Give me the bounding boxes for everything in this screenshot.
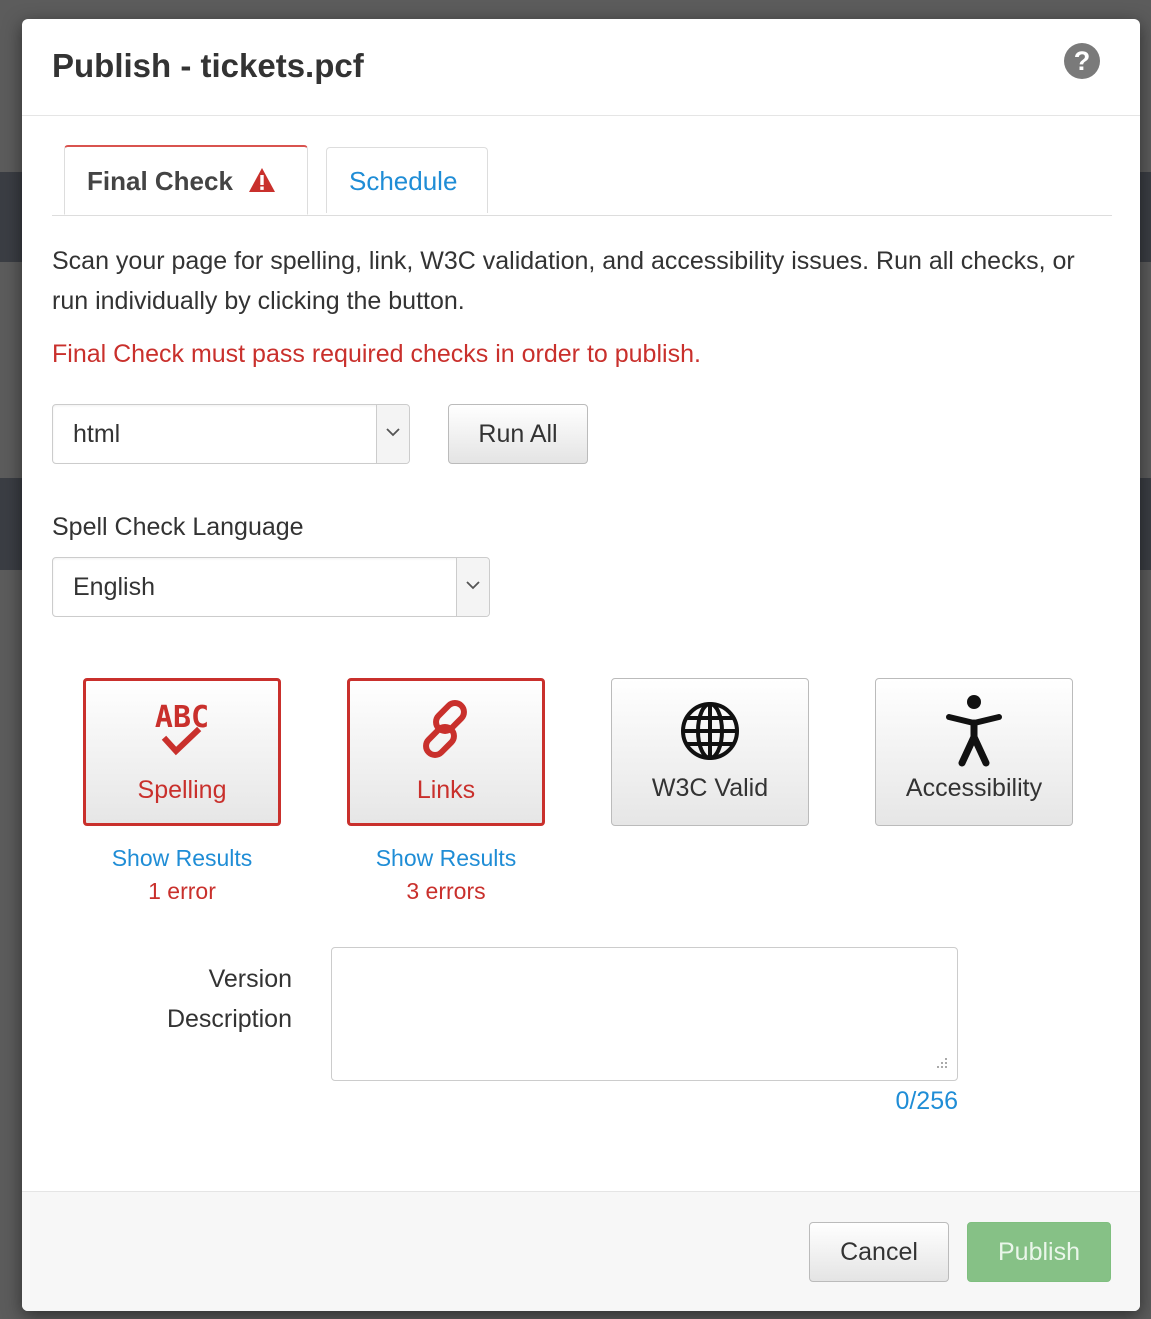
dialog-tabs: Final Check Schedule [52, 145, 1112, 216]
tab-final-check-label: Final Check [87, 166, 233, 196]
spelling-label: Spelling [137, 776, 227, 804]
spelling-check-button[interactable]: ABC Spelling [83, 678, 281, 826]
publish-button[interactable]: Publish [967, 1222, 1111, 1282]
help-icon[interactable]: ? [1064, 43, 1100, 79]
version-description-label: Version Description [122, 959, 292, 1039]
dialog-footer: Cancel Publish [22, 1191, 1140, 1311]
final-check-intro: Scan your page for spelling, link, W3C v… [52, 247, 1075, 315]
spelling-show-results-link[interactable]: Show Results [83, 845, 281, 872]
accessibility-check-button[interactable]: Accessibility [875, 678, 1073, 826]
spell-check-language-select[interactable]: English [52, 557, 490, 617]
w3c-label: W3C Valid [651, 774, 769, 802]
cancel-button[interactable]: Cancel [809, 1222, 949, 1282]
requirement-warning: Final Check must pass required checks in… [52, 340, 701, 368]
version-label-line1: Version [208, 965, 292, 993]
spell-check-language-value: English [73, 573, 155, 601]
run-all-button[interactable]: Run All [448, 404, 588, 464]
links-check-button[interactable]: Links [347, 678, 545, 826]
w3c-check-button[interactable]: W3C Valid [611, 678, 809, 826]
warning-icon [248, 150, 276, 218]
version-description-field[interactable] [331, 947, 958, 1081]
dialog-header: Publish - tickets.pcf ? [22, 19, 1140, 116]
tab-final-check[interactable]: Final Check [64, 145, 308, 215]
abc-check-icon: ABC [86, 695, 278, 765]
link-icon [350, 695, 542, 765]
links-show-results-link[interactable]: Show Results [347, 845, 545, 872]
accessibility-label: Accessibility [905, 774, 1043, 802]
character-counter: 0/256 [895, 1087, 958, 1115]
resize-grip-icon[interactable] [934, 1057, 948, 1076]
links-error-count: 3 errors [406, 878, 486, 904]
dialog-title: Publish - tickets.pcf [52, 47, 364, 84]
output-type-select[interactable]: html [52, 404, 410, 464]
spell-check-language-label: Spell Check Language [52, 513, 304, 541]
output-type-value: html [73, 420, 121, 448]
svg-text:ABC: ABC [155, 700, 209, 735]
version-label-line2: Description [166, 1005, 292, 1033]
globe-icon [612, 693, 808, 763]
links-label: Links [416, 776, 476, 804]
chevron-down-icon [456, 558, 489, 616]
spelling-error-count: 1 error [148, 878, 216, 904]
accessibility-icon [876, 693, 1072, 767]
tab-schedule[interactable]: Schedule [326, 147, 488, 213]
chevron-down-icon [376, 405, 409, 463]
publish-dialog: Publish - tickets.pcf ? Final Check Sche… [22, 19, 1140, 1311]
